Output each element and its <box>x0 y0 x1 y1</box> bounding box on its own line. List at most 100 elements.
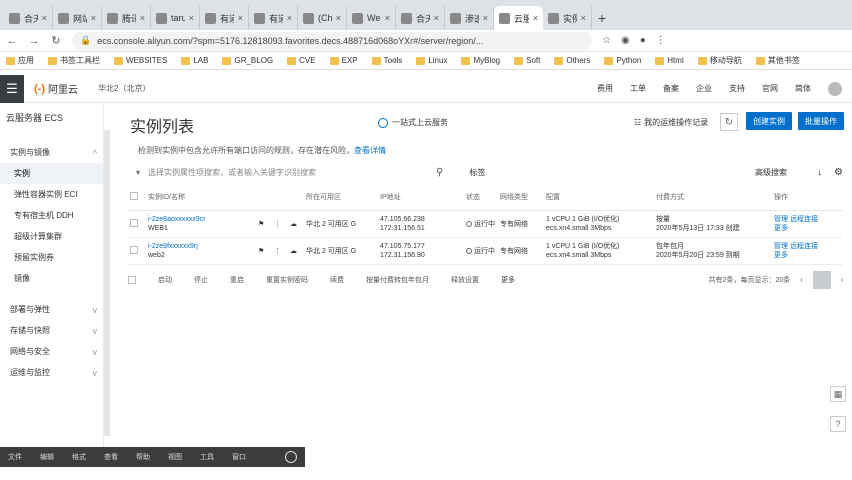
batch-action-button[interactable]: 重置实例密码 <box>266 275 308 285</box>
advanced-search-link[interactable]: 高级搜索 <box>755 167 787 178</box>
toolbar-item[interactable]: 查看 <box>104 452 118 462</box>
batch-action-button[interactable]: 释放设置 <box>451 275 479 285</box>
browser-tab[interactable]: 有道 × <box>200 6 249 30</box>
profile-icon[interactable]: ● <box>640 35 646 46</box>
monitor-icon[interactable]: ⋮ <box>272 220 288 228</box>
select-all-checkbox[interactable] <box>128 276 136 284</box>
manage-link[interactable]: 管理 <box>774 216 788 223</box>
menu-icon[interactable]: ⋮ <box>656 35 666 46</box>
toolbar-item[interactable]: 格式 <box>72 452 86 462</box>
remote-connect-link[interactable]: 远程连接 <box>790 243 818 250</box>
batch-operation-button[interactable]: 批量操作 <box>798 112 844 130</box>
sidebar-item[interactable]: 网络与安全 v <box>0 341 103 362</box>
browser-tab[interactable]: 合天 × <box>4 6 53 30</box>
bookmark-item[interactable]: 其他书签 <box>755 55 800 66</box>
bookmark-item[interactable]: EXP <box>329 56 358 65</box>
batch-action-button[interactable]: 续费 <box>330 275 344 285</box>
bookmark-item[interactable]: Others <box>554 56 590 65</box>
browser-tab[interactable]: 实例 × <box>543 6 592 30</box>
tab-close-icon[interactable]: × <box>581 13 586 23</box>
toolbar-item[interactable]: 文件 <box>8 452 22 462</box>
extensions-icon[interactable]: ◉ <box>621 35 630 46</box>
bookmark-item[interactable]: CVE <box>287 56 316 65</box>
column-header[interactable]: 状态 <box>464 192 498 202</box>
page-number-box[interactable] <box>812 271 831 289</box>
column-header[interactable]: 配置 <box>544 192 654 202</box>
region-selector[interactable]: 华北2（北京） <box>98 83 150 94</box>
url-input[interactable]: 🔒 ecs.console.aliyun.com/?spm=5176.12818… <box>72 31 592 50</box>
instance-id-link[interactable]: i-2ze9fxxxxxx9rj <box>148 242 254 251</box>
browser-tab[interactable]: tarun × <box>151 6 200 30</box>
refresh-button[interactable]: ↻ <box>720 113 738 131</box>
aliyun-logo[interactable]: (-) 阿里云 <box>34 81 78 97</box>
top-nav-link[interactable]: 企业 <box>696 83 712 94</box>
calculator-icon[interactable]: ▦ <box>830 386 846 402</box>
next-page-icon[interactable]: › <box>841 277 843 284</box>
tab-close-icon[interactable]: × <box>287 13 292 23</box>
top-nav-link[interactable]: 费用 <box>597 83 613 94</box>
browser-tab[interactable]: 腾讯 × <box>102 6 151 30</box>
column-header[interactable]: 操作 <box>772 192 843 202</box>
tab-close-icon[interactable]: × <box>91 13 96 23</box>
tab-close-icon[interactable]: × <box>42 13 47 23</box>
column-header[interactable]: 付费方式 <box>654 192 772 202</box>
help-icon[interactable]: ? <box>830 416 846 432</box>
sidebar-item[interactable]: 专有宿主机 DDH <box>0 205 103 226</box>
star-icon[interactable]: ☆ <box>602 35 611 46</box>
notice-detail-link[interactable]: 查看详情 <box>354 146 386 155</box>
sidebar-item[interactable]: 超级计算集群 <box>0 226 103 247</box>
more-actions-link[interactable]: 更多 <box>774 251 841 260</box>
tab-close-icon[interactable]: × <box>140 13 145 23</box>
bookmark-item[interactable]: 应用 <box>6 55 34 66</box>
bookmark-item[interactable]: 书签工具栏 <box>48 55 100 66</box>
sidebar-item[interactable]: 镜像 <box>0 268 103 289</box>
sidebar-item[interactable]: 弹性容器实例 ECI <box>0 184 103 205</box>
bookmark-item[interactable]: Html <box>655 56 684 65</box>
column-header[interactable]: 所在可用区 <box>304 192 378 202</box>
bookmark-item[interactable]: Python <box>604 56 641 65</box>
reload-icon[interactable]: ↻ <box>50 34 62 47</box>
toolbar-item[interactable]: 窗口 <box>232 452 246 462</box>
header-checkbox[interactable] <box>130 191 138 200</box>
browser-tab[interactable]: 云服 × <box>494 6 543 30</box>
manage-link[interactable]: 管理 <box>774 243 788 250</box>
bookmark-item[interactable]: 移动导航 <box>697 55 742 66</box>
column-header[interactable]: IP地址 <box>378 192 464 202</box>
sidebar-item[interactable]: 实例与镜像 ^ <box>0 142 103 163</box>
new-tab-icon[interactable]: + <box>592 6 612 30</box>
tag-icon[interactable]: ⚑ <box>256 247 272 255</box>
tag-filter-button[interactable]: 标签 <box>469 167 485 178</box>
toolbar-item[interactable]: 视图 <box>168 452 182 462</box>
sidebar-item[interactable]: 运维与监控 v <box>0 362 103 383</box>
batch-action-button[interactable]: 停止 <box>194 275 208 285</box>
tab-close-icon[interactable]: × <box>434 13 439 23</box>
browser-tab[interactable]: Web × <box>347 6 396 30</box>
filter-dropdown-icon[interactable]: ▾ <box>136 168 144 177</box>
top-nav-link[interactable]: 工单 <box>630 83 646 94</box>
avatar[interactable] <box>828 81 842 96</box>
hamburger-menu-icon[interactable]: ☰ <box>0 74 24 103</box>
toolbar-item[interactable]: 帮助 <box>136 452 150 462</box>
bookmark-item[interactable]: MyBlog <box>461 56 500 65</box>
sidebar-item[interactable]: 预留实例券 <box>0 247 103 268</box>
toolbar-item[interactable]: 工具 <box>200 452 214 462</box>
bookmark-item[interactable]: Soft <box>514 56 540 65</box>
batch-action-button[interactable]: 启动 <box>158 275 172 285</box>
browser-tab[interactable]: (Che × <box>298 6 347 30</box>
monitor-icon[interactable]: ⋮ <box>272 247 288 255</box>
tab-close-icon[interactable]: × <box>533 13 538 23</box>
batch-action-button[interactable]: 按量付费转包年包月 <box>366 275 429 285</box>
browser-tab[interactable]: 有道 × <box>249 6 298 30</box>
tab-close-icon[interactable]: × <box>238 13 243 23</box>
batch-action-button[interactable]: 更多 <box>501 275 515 285</box>
bookmark-item[interactable]: LAB <box>181 56 208 65</box>
sidebar-item[interactable]: 实例 <box>0 163 103 184</box>
toolbar-item[interactable]: 编辑 <box>40 452 54 462</box>
top-nav-link[interactable]: 备案 <box>663 83 679 94</box>
sidebar-item[interactable]: 部署与弹性 v <box>0 299 103 320</box>
create-instance-button[interactable]: 创建实例 <box>746 112 792 130</box>
top-nav-link[interactable]: 支持 <box>729 83 745 94</box>
search-icon[interactable]: ⚲ <box>436 167 443 178</box>
ops-record-link[interactable]: ☷ 我的运维操作记录 <box>634 117 708 128</box>
top-nav-link[interactable]: 官网 <box>762 83 778 94</box>
